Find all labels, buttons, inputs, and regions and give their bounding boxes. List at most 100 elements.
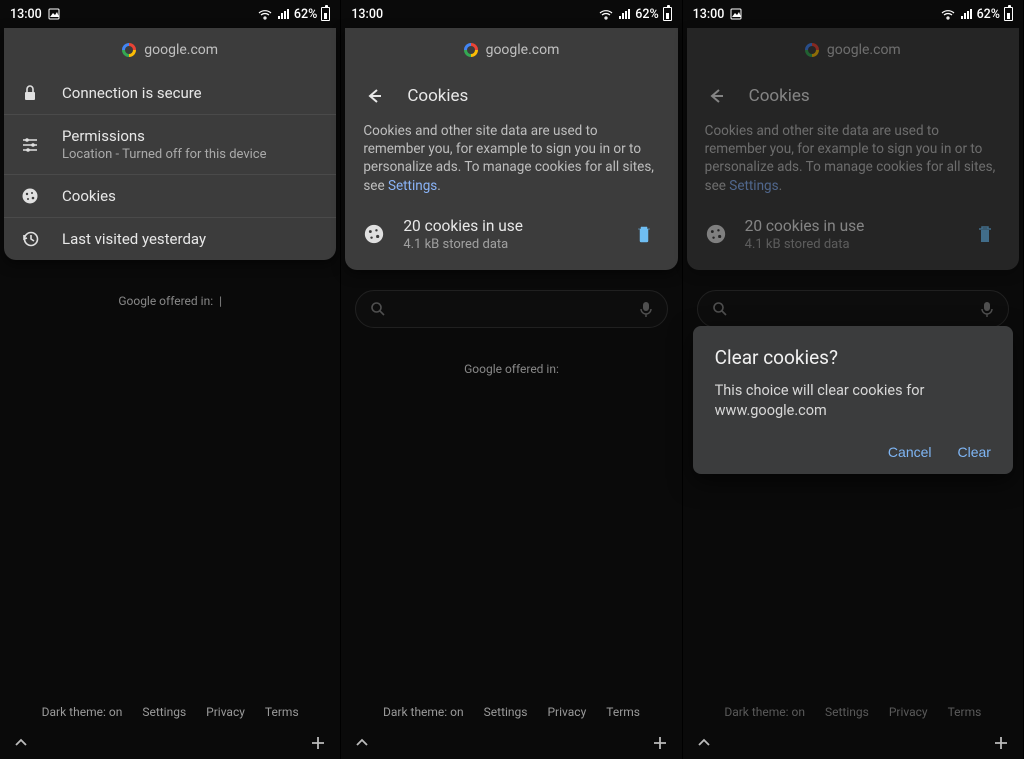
connection-secure-row[interactable]: Connection is secure bbox=[4, 72, 336, 115]
cookies-description: Cookies and other site data are used to … bbox=[687, 120, 1019, 209]
screen-cookies: 13:00 62% google.com Cookies Cookies and… bbox=[341, 0, 682, 759]
wifi-icon bbox=[258, 8, 272, 20]
bottom-bar bbox=[341, 727, 681, 759]
image-icon bbox=[730, 8, 742, 20]
google-favicon-icon bbox=[805, 43, 819, 57]
footer-links: Dark theme: on Settings Privacy Terms bbox=[683, 705, 1023, 719]
plus-icon[interactable] bbox=[308, 733, 328, 753]
cookies-row[interactable]: Cookies bbox=[4, 175, 336, 218]
site-domain: google.com bbox=[144, 42, 218, 58]
settings-link[interactable]: Settings bbox=[388, 178, 437, 194]
cookies-sheet-dimmed: google.com Cookies Cookies and other sit… bbox=[687, 28, 1019, 270]
wifi-icon bbox=[941, 8, 955, 20]
footer-terms[interactable]: Terms bbox=[265, 705, 299, 719]
last-visited-label: Last visited yesterday bbox=[62, 230, 206, 248]
dialog-title: Clear cookies? bbox=[715, 346, 991, 369]
cookies-title: Cookies bbox=[749, 86, 810, 106]
footer-terms[interactable]: Terms bbox=[606, 705, 640, 719]
permissions-sublabel: Location - Turned off for this device bbox=[62, 147, 267, 162]
time: 13:00 bbox=[10, 7, 42, 22]
delete-cookies-button[interactable] bbox=[628, 218, 660, 250]
delete-cookies-button bbox=[969, 218, 1001, 250]
arrow-left-icon bbox=[705, 86, 725, 106]
battery-pct: 62% bbox=[977, 7, 1000, 22]
cookies-size: 4.1 kB stored data bbox=[745, 237, 951, 252]
chevron-up-icon[interactable] bbox=[695, 734, 713, 752]
site-header: google.com bbox=[345, 28, 677, 72]
plus-icon[interactable] bbox=[991, 733, 1011, 753]
battery-icon bbox=[663, 7, 672, 21]
mic-icon bbox=[980, 301, 994, 317]
cookies-title: Cookies bbox=[407, 86, 468, 106]
footer-darktheme[interactable]: Dark theme: on bbox=[42, 705, 123, 719]
cookies-count: 20 cookies in use bbox=[403, 217, 609, 235]
google-favicon-icon bbox=[464, 43, 478, 57]
status-bar: 13:00 62% bbox=[0, 0, 340, 28]
search-bar bbox=[697, 290, 1009, 328]
cookie-icon bbox=[363, 223, 385, 245]
offered-in-text: Google offered in: bbox=[464, 362, 559, 376]
search-icon bbox=[370, 301, 386, 317]
battery-pct: 62% bbox=[294, 7, 317, 22]
signal-icon bbox=[959, 8, 973, 20]
back-button bbox=[705, 86, 725, 106]
lock-icon bbox=[20, 84, 40, 102]
last-visited-row[interactable]: Last visited yesterday bbox=[4, 218, 336, 260]
status-bar: 13:00 62% bbox=[341, 0, 681, 28]
footer-terms: Terms bbox=[948, 705, 982, 719]
signal-icon bbox=[617, 8, 631, 20]
cookies-sheet: google.com Cookies Cookies and other sit… bbox=[345, 28, 677, 270]
footer-settings: Settings bbox=[825, 705, 869, 719]
clear-cookies-dialog: Clear cookies? This choice will clear co… bbox=[693, 326, 1013, 474]
cookies-description: Cookies and other site data are used to … bbox=[345, 120, 677, 209]
bottom-bar bbox=[0, 727, 340, 759]
screen-clear-dialog: 13:00 62% google.com Cookies Cookies and… bbox=[683, 0, 1024, 759]
footer-darktheme: Dark theme: on bbox=[724, 705, 805, 719]
cookies-summary-row: 20 cookies in use 4.1 kB stored data bbox=[687, 209, 1019, 270]
footer-links: Dark theme: on Settings Privacy Terms bbox=[0, 705, 340, 719]
cookies-count: 20 cookies in use bbox=[745, 217, 951, 235]
search-icon bbox=[712, 301, 728, 317]
dialog-body: This choice will clear cookies for www.g… bbox=[715, 381, 991, 420]
tune-icon bbox=[20, 136, 40, 154]
offered-in-text: Google offered in: bbox=[118, 294, 213, 308]
site-info-sheet: google.com Connection is secure Permissi… bbox=[4, 28, 336, 260]
trash-icon bbox=[635, 224, 653, 244]
footer-settings[interactable]: Settings bbox=[142, 705, 186, 719]
footer-settings[interactable]: Settings bbox=[484, 705, 528, 719]
status-bar: 13:00 62% bbox=[683, 0, 1023, 28]
site-domain: google.com bbox=[827, 42, 901, 58]
settings-link: Settings bbox=[729, 178, 778, 194]
footer-privacy[interactable]: Privacy bbox=[547, 705, 586, 719]
battery-pct: 62% bbox=[635, 7, 658, 22]
image-icon bbox=[48, 8, 60, 20]
battery-icon bbox=[321, 7, 330, 21]
permissions-row[interactable]: Permissions Location - Turned off for th… bbox=[4, 115, 336, 175]
back-button[interactable] bbox=[363, 86, 383, 106]
site-domain: google.com bbox=[486, 42, 560, 58]
arrow-left-icon bbox=[363, 86, 383, 106]
trash-icon bbox=[976, 224, 994, 244]
cookies-summary-row: 20 cookies in use 4.1 kB stored data bbox=[345, 209, 677, 270]
cookies-label: Cookies bbox=[62, 187, 116, 205]
clear-button[interactable]: Clear bbox=[958, 444, 991, 460]
connection-secure-label: Connection is secure bbox=[62, 84, 202, 102]
time: 13:00 bbox=[693, 7, 725, 22]
time: 13:00 bbox=[351, 7, 383, 22]
mic-icon[interactable] bbox=[639, 301, 653, 317]
search-bar[interactable] bbox=[355, 290, 667, 328]
signal-icon bbox=[276, 8, 290, 20]
footer-darktheme[interactable]: Dark theme: on bbox=[383, 705, 464, 719]
cancel-button[interactable]: Cancel bbox=[888, 444, 932, 460]
permissions-label: Permissions bbox=[62, 127, 267, 145]
plus-icon[interactable] bbox=[650, 733, 670, 753]
footer-privacy[interactable]: Privacy bbox=[206, 705, 245, 719]
bottom-bar bbox=[683, 727, 1023, 759]
footer-links: Dark theme: on Settings Privacy Terms bbox=[341, 705, 681, 719]
cookies-size: 4.1 kB stored data bbox=[403, 237, 609, 252]
chevron-up-icon[interactable] bbox=[353, 734, 371, 752]
battery-icon bbox=[1004, 7, 1013, 21]
screen-site-info: 13:00 62% google.com Connection is secur… bbox=[0, 0, 341, 759]
chevron-up-icon[interactable] bbox=[12, 734, 30, 752]
cookie-icon bbox=[20, 187, 40, 205]
